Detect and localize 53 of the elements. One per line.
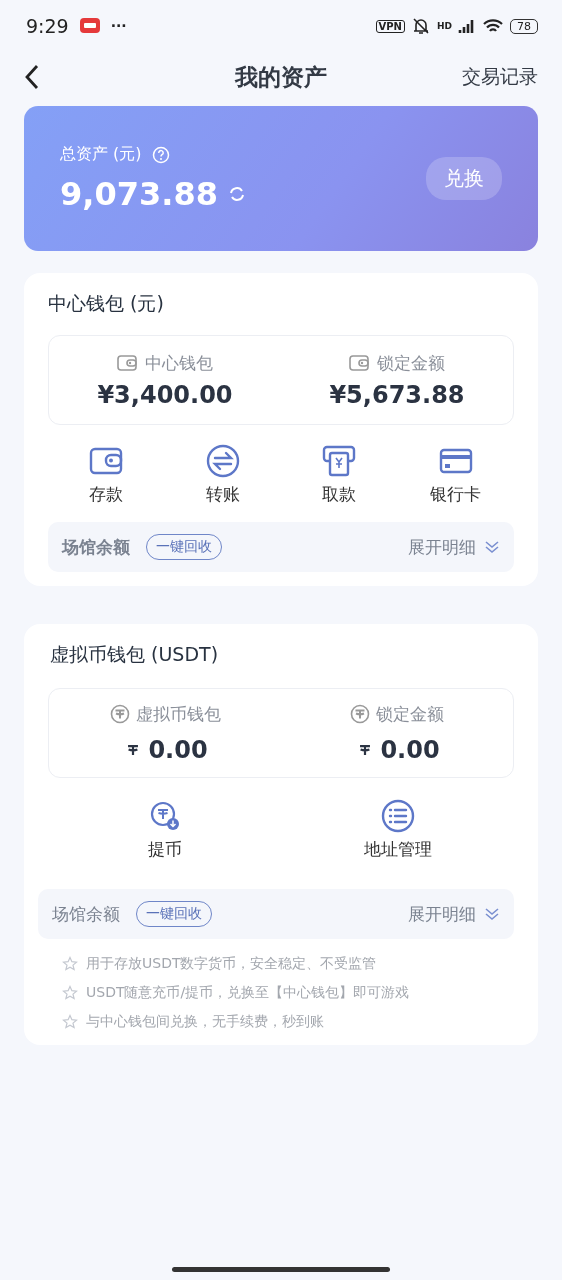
tether-icon xyxy=(109,704,130,724)
coin-withdraw-icon xyxy=(149,801,180,831)
total-assets-label: 总资产 (元) xyxy=(60,144,142,165)
balance-amount: ¥5,673.88 xyxy=(329,380,465,409)
wallet-action-button[interactable]: 取款 xyxy=(281,443,398,506)
cash-withdraw-icon xyxy=(322,445,357,477)
info-note: 与中心钱包间兑换，无手续费，秒到账 xyxy=(86,1013,324,1031)
more-indicator: ··· xyxy=(110,18,127,34)
balance-amount: ¥3,400.00 xyxy=(97,380,233,409)
wallet-action-button[interactable]: 地址管理 xyxy=(281,798,514,861)
expand-details-button[interactable]: 展开明细 xyxy=(408,535,500,559)
wallet-action-button[interactable]: 存款 xyxy=(48,443,165,506)
chevron-down-icon xyxy=(484,907,500,921)
wallet-action-button[interactable]: 银行卡 xyxy=(397,443,514,506)
refresh-icon[interactable] xyxy=(227,185,246,203)
wallet-icon xyxy=(349,355,369,371)
back-icon xyxy=(24,64,40,90)
bank-card-icon xyxy=(438,448,473,474)
balance-label: 锁定金额 xyxy=(376,702,444,726)
hd-label: HD xyxy=(437,21,452,31)
wallet-action-button[interactable]: 转账 xyxy=(164,443,281,506)
muted-bell-icon xyxy=(411,16,431,36)
balance-label: 虚拟币钱包 xyxy=(135,702,221,726)
page-title: 我的资产 xyxy=(235,62,327,92)
wallet-icon xyxy=(89,447,124,475)
total-assets-amount: 9,073.88 xyxy=(60,175,218,213)
section-title: 中心钱包 (元) xyxy=(48,291,165,316)
battery-indicator: 78 xyxy=(510,18,538,34)
transfer-icon xyxy=(205,444,240,478)
balance-label: 锁定金额 xyxy=(377,351,445,375)
chevron-down-icon xyxy=(484,540,500,554)
signal-icon xyxy=(458,17,476,35)
help-icon[interactable] xyxy=(151,145,170,164)
status-time: 9:29 xyxy=(26,15,69,37)
section-title: 虚拟币钱包 (USDT) xyxy=(49,642,220,667)
wallet-action-button[interactable]: 提币 xyxy=(48,798,281,861)
venue-balance-label: 场馆余额 xyxy=(52,902,120,926)
app-icon xyxy=(78,17,101,35)
balance-amount: 0.00 xyxy=(380,735,440,764)
vpn-badge: VPN xyxy=(375,19,405,33)
info-note: USDT随意充币/提币，兑换至【中心钱包】即可游戏 xyxy=(86,984,410,1002)
venue-balance-label: 场馆余额 xyxy=(62,535,130,559)
list-icon xyxy=(380,799,415,833)
star-icon xyxy=(62,985,78,1001)
tether-icon xyxy=(350,704,370,724)
star-icon xyxy=(62,956,78,972)
star-icon xyxy=(62,1014,78,1030)
balance-label: 中心钱包 xyxy=(145,351,213,375)
expand-details-button[interactable]: 展开明细 xyxy=(408,902,500,926)
info-note: 用于存放USDT数字货币，安全稳定、不受监管 xyxy=(86,955,377,973)
wallet-icon xyxy=(117,355,137,371)
balance-amount: 0.00 xyxy=(148,735,208,764)
transaction-history-link[interactable]: 交易记录 xyxy=(462,64,538,90)
